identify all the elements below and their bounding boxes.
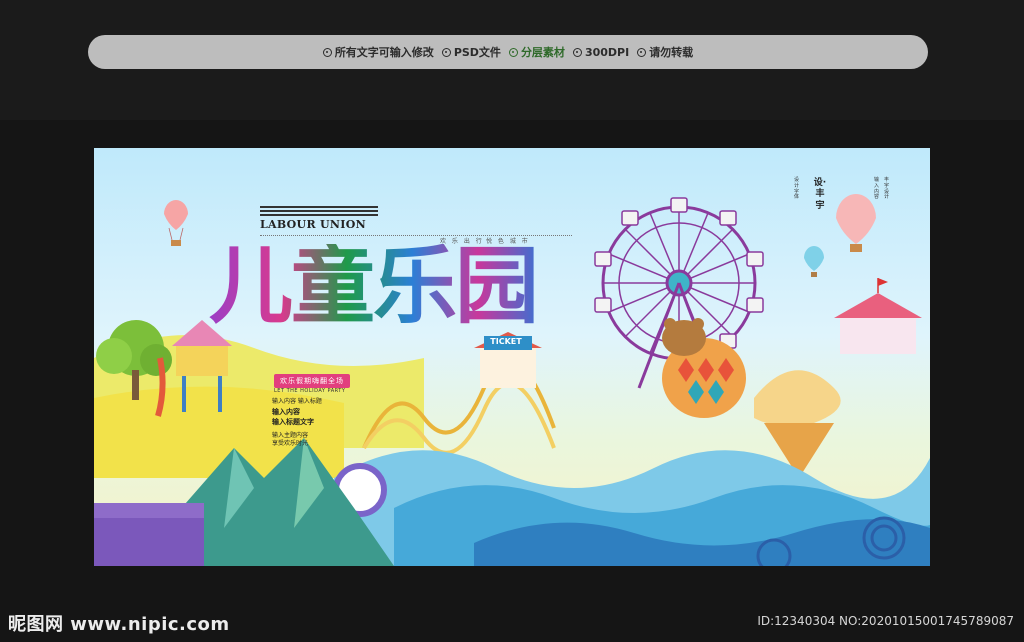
feature-item: PSD文件 — [441, 44, 501, 60]
feature-item: 分层素材 — [508, 44, 565, 60]
feature-label: PSD文件 — [453, 46, 501, 59]
tiny-column-2: 输入内容 — [874, 177, 880, 201]
note-line-4: 输入主题内容 — [272, 432, 309, 439]
labour-union-heading: LABOUR UNION — [260, 218, 366, 231]
subtitle-pill: 欢乐假期嗨翻全场 — [274, 374, 350, 388]
poster-artwork: LABOUR UNION 欢 乐 出 行 悦 色 城 市 儿童乐园 欢乐假期嗨翻… — [94, 148, 930, 566]
feature-item: 300DPI — [572, 45, 630, 59]
circle-dot-icon — [441, 47, 451, 57]
hot-air-balloon-pink — [836, 194, 876, 252]
note-line-5: 享受欢乐时光 — [272, 440, 309, 447]
circle-dot-icon — [572, 47, 582, 57]
site-logo: 昵图网 www.nipic.com — [8, 614, 230, 635]
hot-air-balloon-blue — [804, 246, 824, 277]
carousel — [834, 278, 922, 354]
feature-banner: 所有文字可输入修改 PSD文件 分层素材 300DPI 请勿转载 — [88, 35, 928, 69]
feature-item: 所有文字可输入修改 — [322, 44, 434, 60]
poster-title: 儿童乐园 — [209, 236, 539, 335]
header-bars — [260, 206, 378, 218]
tiny-column-3: 丰宇设计 — [884, 177, 890, 201]
circle-dot-icon — [322, 47, 332, 57]
circle-dot-icon — [508, 47, 518, 57]
designer-credit: 设·丰宇 — [813, 178, 827, 211]
hot-air-balloon-left — [164, 200, 188, 246]
tiny-column-1: 设计字体 — [794, 177, 800, 201]
feature-label: 300DPI — [584, 45, 630, 59]
feature-label: 分层素材 — [520, 46, 565, 59]
circle-dot-icon — [637, 47, 647, 57]
note-line-1: 输入内容 输入标题 — [272, 398, 322, 405]
bear-character — [662, 318, 746, 418]
subtitle-english: LET THE HOLIDAY PARTY — [274, 388, 346, 394]
image-id: ID:12340304 NO:20201015001745789087 — [757, 614, 1014, 628]
poster-illustration — [94, 194, 930, 566]
note-line-3: 输入标题文字 — [272, 418, 314, 426]
feature-label: 请勿转载 — [649, 46, 694, 59]
ticket-label: TICKET — [490, 337, 522, 346]
feature-label: 所有文字可输入修改 — [334, 46, 434, 59]
feature-item: 请勿转载 — [637, 44, 693, 60]
note-line-2: 输入内容 — [272, 408, 300, 416]
